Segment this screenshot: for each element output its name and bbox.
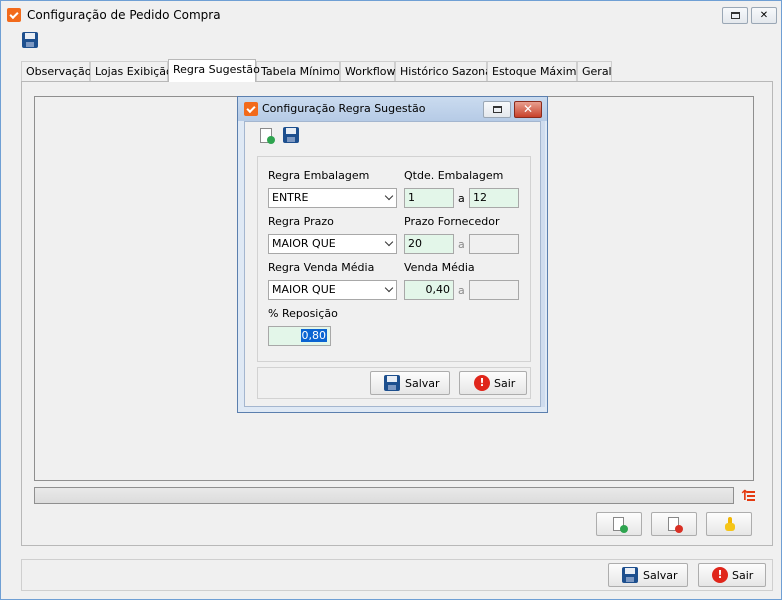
tab-label: Observação [26,65,92,78]
venda-media-from-value: 0,40 [425,283,451,296]
tab-label: Workflow [345,65,396,78]
qtde-embalagem-label: Qtde. Embalagem [404,169,504,182]
regra-venda-media-select[interactable]: MAIOR QUE [268,280,397,300]
tab-historico-sazonal[interactable]: Histórico Sazonal [395,61,495,81]
tab-lojas-exibicao[interactable]: Lojas Exibição [90,61,173,81]
dialog-title: Configuração Regra Sugestão [262,102,426,115]
regra-prazo-select[interactable]: MAIOR QUE [268,234,397,254]
tab-label: Regra Sugestão [173,63,260,76]
tab-tabela-minimos[interactable]: Tabela Mínimos [256,61,345,81]
reposicao-label: % Reposição [268,307,338,320]
dialog-exit-button[interactable]: ! Sair [459,371,527,395]
venda-media-from-input[interactable]: 0,40 [404,280,454,300]
dialog-body: Regra Embalagem Qtde. Embalagem ENTRE 1 … [244,121,541,407]
regra-sugestao-dialog: Configuração Regra Sugestão ✕ Regra Emba… [237,96,548,413]
edit-rule-button[interactable] [706,512,752,536]
title-bar: Configuração de Pedido Compra ✕ [1,1,781,29]
tab-label: Estoque Máximo [492,65,584,78]
tab-geral[interactable]: Geral [577,61,612,81]
tab-observacao[interactable]: Observação [21,61,92,81]
save-button[interactable]: Salvar [608,563,688,587]
range-separator: a [458,192,465,205]
tab-label: Tabela Mínimos [261,65,346,78]
reposicao-value: 0,80 [300,329,327,342]
venda-media-to-input[interactable] [469,280,519,300]
prazo-fornecedor-label: Prazo Fornecedor [404,215,500,228]
exit-icon: ! [474,375,490,391]
dialog-app-icon [244,102,258,116]
chevron-down-icon [384,191,394,201]
restore-icon [731,12,740,19]
qtde-embalagem-to-input[interactable]: 12 [469,188,519,208]
range-separator: a [458,238,465,251]
dialog-save-button[interactable]: Salvar [370,371,450,395]
qtde-embalagem-from-value: 1 [408,191,415,204]
chevron-down-icon [384,283,394,293]
toolbar-save-icon[interactable] [22,32,38,48]
dialog-title-bar: Configuração Regra Sugestão ✕ [238,97,547,121]
dialog-close-button[interactable]: ✕ [514,101,542,118]
rule-form: Regra Embalagem Qtde. Embalagem ENTRE 1 … [257,156,531,362]
bottom-bar: Salvar ! Sair [21,559,773,591]
venda-media-label: Venda Média [404,261,475,274]
close-icon: ✕ [522,102,534,116]
prazo-fornecedor-from-value: 20 [408,237,422,250]
range-separator: a [458,284,465,297]
regra-venda-media-value: MAIOR QUE [272,283,336,296]
remove-icon [675,525,683,533]
dialog-scrollbar[interactable] [541,121,545,407]
regra-prazo-label: Regra Prazo [268,215,334,228]
sort-icon[interactable]: ↑ [738,488,756,504]
add-icon [620,525,628,533]
dialog-restore-button[interactable] [483,101,511,118]
status-bar [34,487,734,504]
reposicao-input[interactable]: 0,80 [268,326,331,346]
dialog-toolbar-save-icon[interactable] [283,127,299,143]
regra-embalagem-label: Regra Embalagem [268,169,370,182]
tab-regra-sugestao[interactable]: Regra Sugestão [168,59,260,82]
regra-embalagem-select[interactable]: ENTRE [268,188,397,208]
tab-label: Histórico Sazonal [400,65,495,78]
tab-estoque-maximo[interactable]: Estoque Máximo [487,61,583,81]
save-icon [384,375,400,391]
regra-venda-media-label: Regra Venda Média [268,261,375,274]
prazo-fornecedor-from-input[interactable]: 20 [404,234,454,254]
tab-workflow[interactable]: Workflow [340,61,396,81]
app-icon [7,8,21,22]
chevron-down-icon [384,237,394,247]
qtde-embalagem-from-input[interactable]: 1 [404,188,454,208]
tab-label: Lojas Exibição [95,65,173,78]
dialog-footer: Salvar ! Sair [257,367,531,399]
restore-button[interactable] [722,7,748,24]
exit-icon: ! [712,567,728,583]
sort-lines-icon [747,491,755,501]
regra-prazo-value: MAIOR QUE [272,237,336,250]
prazo-fornecedor-to-input[interactable] [469,234,519,254]
tab-label: Geral [582,65,612,78]
exit-button[interactable]: ! Sair [698,563,766,587]
exit-button-label: Sair [732,569,754,582]
add-rule-button[interactable] [596,512,642,536]
close-button[interactable]: ✕ [751,7,777,24]
dialog-save-label: Salvar [405,377,440,390]
window-title: Configuração de Pedido Compra [27,8,221,22]
hand-pointer-icon [724,517,736,531]
restore-icon [493,106,502,113]
add-icon [267,136,275,144]
close-icon: ✕ [759,10,769,21]
dialog-exit-label: Sair [494,377,516,390]
remove-rule-button[interactable] [651,512,697,536]
qtde-embalagem-to-value: 12 [473,191,487,204]
regra-embalagem-value: ENTRE [272,191,309,204]
save-button-label: Salvar [643,569,678,582]
save-icon [622,567,638,583]
